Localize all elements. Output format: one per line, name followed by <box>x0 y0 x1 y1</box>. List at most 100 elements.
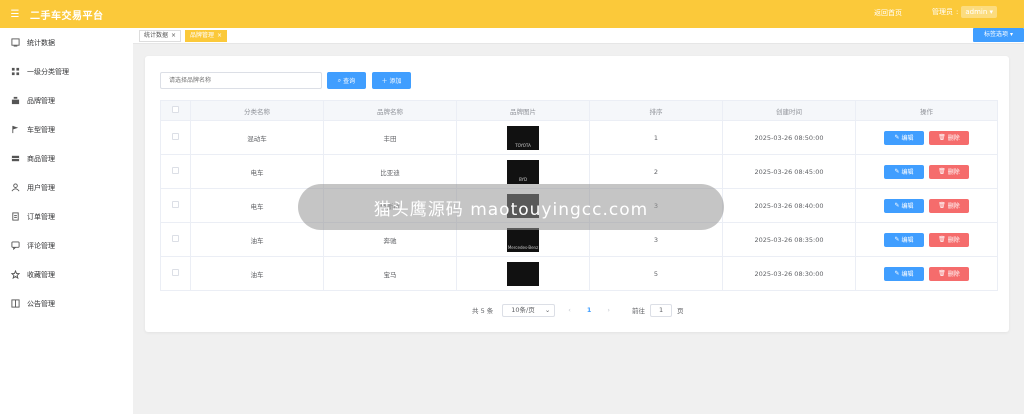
delete-button[interactable]: 🗑 删除 <box>929 164 969 179</box>
category-cell: 油车 <box>190 222 324 257</box>
sidebar-item-7[interactable]: 评论管理 <box>0 231 133 260</box>
edit-button[interactable]: ✎ 编辑 <box>884 198 924 213</box>
trash-icon: 🗑 <box>938 168 946 175</box>
brand-logo-text: Mercedes-Benz <box>507 244 539 250</box>
delete-button[interactable]: 🗑 删除 <box>929 198 969 213</box>
created-cell: 2025-03-26 08:45:00 <box>722 154 856 189</box>
category-cell: 混动车 <box>190 120 324 155</box>
edit-button[interactable]: ✎ 编辑 <box>884 232 924 247</box>
actions-cell: ✎ 编辑 🗑 删除 <box>855 120 998 155</box>
chart-icon <box>10 38 20 48</box>
back-home-link[interactable]: 返回首页 <box>874 8 902 18</box>
row-checkbox[interactable] <box>172 133 179 140</box>
column-header: 操作 <box>855 100 998 121</box>
tabs-bar: 统计数据 × 品牌管理 × <box>133 28 1024 44</box>
page-unit-label: 页 <box>677 307 684 315</box>
brand-search-input[interactable] <box>160 72 322 89</box>
sidebar-item-label: 公告管理 <box>27 299 55 308</box>
trash-icon: 🗑 <box>938 236 946 243</box>
row-checkbox[interactable] <box>172 201 179 208</box>
select-all-checkbox-cell <box>160 100 191 121</box>
column-header: 分类名称 <box>190 100 324 121</box>
created-cell: 2025-03-26 08:40:00 <box>722 188 856 223</box>
edit-icon: ✎ <box>894 202 900 209</box>
row-checkbox[interactable] <box>172 269 179 276</box>
column-header: 排序 <box>589 100 723 121</box>
edit-icon: ✎ <box>894 168 900 175</box>
total-count: 共 5 条 <box>472 307 494 315</box>
brand-logo-text: BYD <box>518 176 528 182</box>
role-label: 管理员 <box>932 8 953 16</box>
table-row: 混动车 丰田 TOYOTA 1 2025-03-26 08:50:00 ✎ 编辑 🗑 删除 <box>160 120 998 155</box>
notice-icon <box>10 299 20 309</box>
sidebar-item-label: 品牌管理 <box>27 96 55 105</box>
flag-icon <box>10 125 20 135</box>
sidebar-item-label: 一级分类管理 <box>27 67 69 76</box>
tab-brand-management[interactable]: 品牌管理 × <box>185 30 228 42</box>
sidebar: 统计数据一级分类管理 品牌管理车型管理商品管理用户管理订单管理评论管理收藏管理公告… <box>0 28 133 414</box>
table-row: 油车 宝马 5 2025-03-26 08:30:00 ✎ 编辑 🗑 删除 <box>160 256 998 291</box>
user-menu[interactable]: 管理员: admin ▾ <box>932 6 998 18</box>
close-icon[interactable]: × <box>171 32 176 39</box>
brand-logo-image <box>507 261 539 286</box>
current-page[interactable]: 1 <box>587 306 592 314</box>
brand-cell: 宝马 <box>323 256 457 291</box>
sidebar-item-3[interactable]: 车型管理 <box>0 115 133 144</box>
trash-icon: 🗑 <box>938 202 946 209</box>
sidebar-item-2[interactable]: 品牌管理 <box>0 86 133 115</box>
tab-statistics[interactable]: 统计数据 × <box>139 30 182 42</box>
box-icon <box>10 154 20 164</box>
logo-cell <box>456 256 590 291</box>
close-icon[interactable]: × <box>217 32 222 39</box>
sidebar-item-1[interactable]: 一级分类管理 <box>0 57 133 86</box>
edit-button[interactable]: ✎ 编辑 <box>884 266 924 281</box>
category-cell: 油车 <box>190 256 324 291</box>
actions-cell: ✎ 编辑 🗑 删除 <box>855 154 998 189</box>
trash-icon: 🗑 <box>938 134 946 141</box>
next-page-icon[interactable]: › <box>607 306 610 314</box>
page-size-select[interactable]: 10条/页 ⌄ <box>502 303 556 317</box>
delete-button[interactable]: 🗑 删除 <box>929 130 969 145</box>
prev-page-icon[interactable]: ‹ <box>568 306 571 314</box>
sidebar-item-5[interactable]: 用户管理 <box>0 173 133 202</box>
delete-button[interactable]: 🗑 删除 <box>929 266 969 281</box>
stack-icon <box>10 96 20 106</box>
trash-icon: 🗑 <box>938 270 946 277</box>
goto-page-input[interactable]: 1 <box>650 303 673 317</box>
row-checkbox-cell <box>160 256 191 291</box>
brand-logo-image: BYD <box>507 159 539 184</box>
menu-toggle-icon[interactable]: ☰ <box>0 9 30 20</box>
sort-cell: 1 <box>589 120 723 155</box>
sidebar-item-label: 商品管理 <box>27 154 55 163</box>
sidebar-item-6[interactable]: 订单管理 <box>0 202 133 231</box>
user-select[interactable]: admin ▾ <box>961 6 998 18</box>
goto-label: 前往 <box>632 307 646 315</box>
select-all-checkbox[interactable] <box>172 106 179 113</box>
logo-cell: TOYOTA <box>456 120 590 155</box>
edit-button[interactable]: ✎ 编辑 <box>884 164 924 179</box>
tab-options-button[interactable]: 标签选项 ▾ <box>973 28 1024 42</box>
actions-cell: ✎ 编辑 🗑 删除 <box>855 222 998 257</box>
category-cell: 电车 <box>190 154 324 189</box>
row-checkbox[interactable] <box>172 235 179 242</box>
query-button[interactable]: ⌕ 查询 <box>327 72 366 89</box>
row-checkbox-cell <box>160 222 191 257</box>
sidebar-item-0[interactable]: 统计数据 <box>0 28 133 57</box>
brand-logo-image: TOYOTA <box>507 125 539 150</box>
sidebar-item-label: 统计数据 <box>27 38 55 47</box>
sidebar-item-label: 收藏管理 <box>27 270 55 279</box>
sidebar-item-9[interactable]: 公告管理 <box>0 289 133 318</box>
search-icon: ⌕ <box>337 76 342 84</box>
edit-button[interactable]: ✎ 编辑 <box>884 130 924 145</box>
brand-logo-image: Mercedes-Benz <box>507 227 539 252</box>
delete-button[interactable]: 🗑 删除 <box>929 232 969 247</box>
sidebar-item-label: 订单管理 <box>27 212 55 221</box>
row-checkbox[interactable] <box>172 167 179 174</box>
sidebar-item-8[interactable]: 收藏管理 <box>0 260 133 289</box>
sidebar-item-4[interactable]: 商品管理 <box>0 144 133 173</box>
table-header-row: 分类名称 品牌名称 品牌图片 排序 创建时间 操作 <box>160 100 998 121</box>
add-button[interactable]: ＋添加 <box>372 72 411 89</box>
edit-icon: ✎ <box>894 270 900 277</box>
column-header: 品牌图片 <box>456 100 590 121</box>
row-checkbox-cell <box>160 188 191 223</box>
